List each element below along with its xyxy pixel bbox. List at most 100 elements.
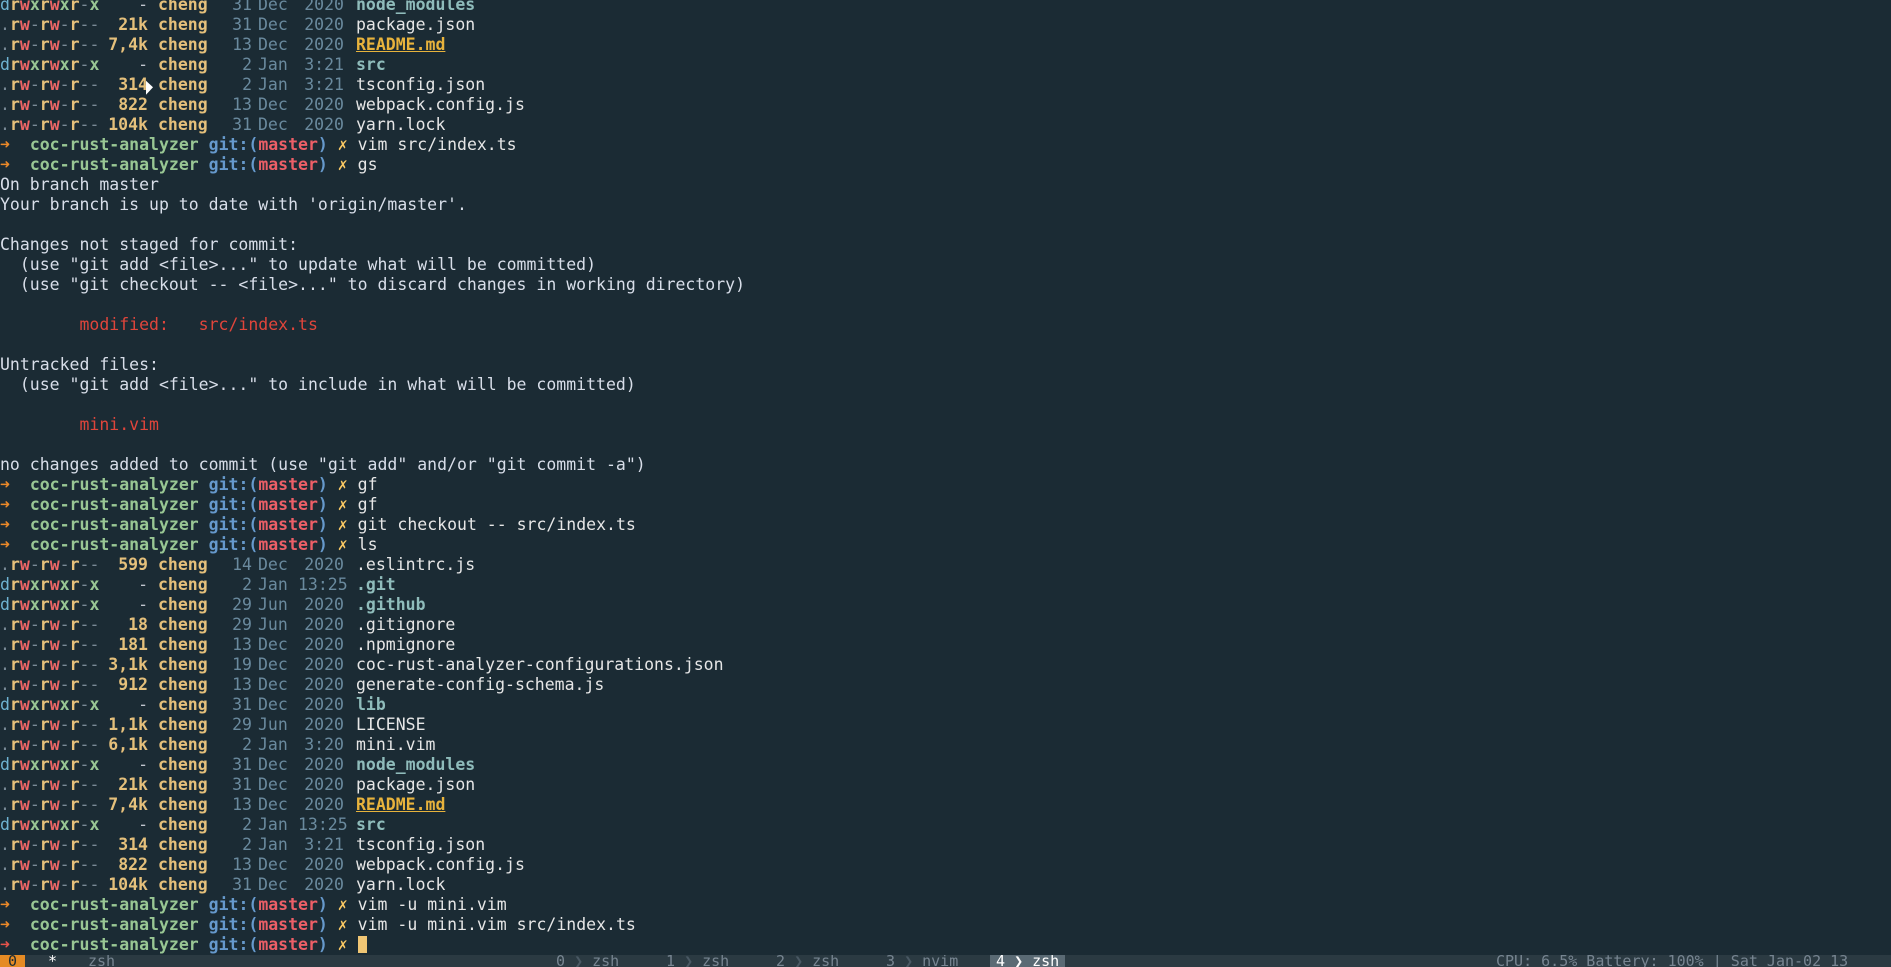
ls-row: drwxrwxr-x - cheng 2 Jan 3:21 src <box>0 55 1891 75</box>
output-line: Your branch is up to date with 'origin/m… <box>0 195 467 214</box>
tmux-window-tab-0[interactable]: 0 ❯ zsh <box>556 955 619 967</box>
ls-time: 13:25 <box>298 575 348 594</box>
ls-month: Jun <box>258 615 288 634</box>
ls-day: 2 <box>242 815 252 834</box>
ls-size: - <box>138 0 148 14</box>
prompt-line: ➜ coc-rust-analyzer git:(master) ✗ vim s… <box>0 135 1891 155</box>
text-cursor[interactable] <box>357 936 367 953</box>
prompt-arrow-icon: ➜ <box>0 915 10 934</box>
ls-time: 3:20 <box>304 735 344 754</box>
ls-day: 13 <box>232 95 252 114</box>
ls-name-cell: webpack.config.js <box>344 855 525 875</box>
tmux-window-tab-2[interactable]: 2 ❯ zsh <box>776 955 839 967</box>
ls-name-cell: node_modules <box>344 0 475 15</box>
ls-permissions: .rw-rw-r-- <box>0 675 100 694</box>
prompt-git-label: git:( <box>208 475 259 494</box>
ls-time: 2020 <box>304 755 344 774</box>
ls-size: - <box>138 575 148 594</box>
prompt-line: ➜ coc-rust-analyzer git:(master) ✗ <box>0 935 1891 955</box>
ls-day: 13 <box>232 795 252 814</box>
prompt-dirty-icon: ✗ <box>337 935 348 954</box>
ls-size: 104k <box>108 115 148 134</box>
ls-month: Jan <box>258 55 288 74</box>
prompt-dirty-icon: ✗ <box>337 135 348 154</box>
untracked-file-line: mini.vim <box>0 415 159 434</box>
ls-permissions: drwxrwxr-x <box>0 695 100 714</box>
ls-month: Dec <box>258 15 288 34</box>
ls-name-cell: node_modules <box>344 755 475 775</box>
ls-user: cheng <box>158 675 208 694</box>
ls-permissions: .rw-rw-r-- <box>0 735 100 754</box>
ls-filename: node_modules <box>356 755 476 774</box>
current-shell-label: zsh <box>88 955 116 967</box>
ls-permissions: .rw-rw-r-- <box>0 855 100 874</box>
system-status: CPU: 6.5% Battery: 100% | Sat Jan-02 13 <box>1496 955 1849 967</box>
output-line: Changes not staged for commit: <box>0 235 299 254</box>
ls-month: Dec <box>258 855 288 874</box>
ls-row: .rw-rw-r-- 822 cheng 13 Dec 2020 webpack.confi… <box>0 95 1891 115</box>
ls-permissions: .rw-rw-r-- <box>0 835 100 854</box>
prompt-git-close: ) <box>317 535 328 554</box>
prompt-git-label: git:( <box>208 935 259 954</box>
ls-size: 7,4k <box>108 35 148 54</box>
prompt-arrow-icon: ➜ <box>0 155 10 174</box>
tmux-window-tab-1[interactable]: 1 ❯ zsh <box>666 955 729 967</box>
ls-size: 104k <box>108 875 148 894</box>
ls-size: 1,1k <box>108 715 148 734</box>
ls-permissions: .rw-rw-r-- <box>0 615 100 634</box>
prompt-branch: master <box>258 535 318 554</box>
ls-month: Dec <box>258 695 288 714</box>
ls-name-cell: src <box>344 815 386 835</box>
tmux-window-tab-4[interactable]: 4 ❯ zsh <box>990 955 1066 967</box>
ls-filename: node_modules <box>356 0 476 14</box>
prompt-dirty-icon: ✗ <box>337 895 348 914</box>
ls-row: .rw-rw-r-- 314 cheng 2 Jan 3:21 tsconfig.json <box>0 835 1891 855</box>
ls-day: 2 <box>242 55 252 74</box>
ls-day: 29 <box>232 595 252 614</box>
ls-row: .rw-rw-r-- 6,1k cheng 2 Jan 3:20 mini.vim <box>0 735 1891 755</box>
prompt-arrow-icon: ➜ <box>0 535 10 554</box>
prompt-line: ➜ coc-rust-analyzer git:(master) ✗ vim -… <box>0 895 1891 915</box>
chevron-right-icon: ❯ <box>904 955 914 967</box>
window-name: zsh <box>592 955 620 967</box>
terminal-output[interactable]: drwxrwxr-x - cheng 31 Dec 2020 node_modules .rw… <box>0 0 1891 955</box>
prompt-line: ➜ coc-rust-analyzer git:(master) ✗ ls <box>0 535 1891 555</box>
ls-day: 2 <box>242 835 252 854</box>
ls-row: .rw-rw-r-- 7,4k cheng 13 Dec 2020 README.md <box>0 35 1891 55</box>
ls-filename: .gitignore <box>356 615 456 634</box>
ls-filename: .eslintrc.js <box>356 555 476 574</box>
ls-time: 2020 <box>304 635 344 654</box>
prompt-branch: master <box>258 935 318 954</box>
ls-user: cheng <box>158 735 208 754</box>
command-text: ls <box>357 535 378 554</box>
prompt-dirty-icon: ✗ <box>337 475 348 494</box>
prompt-git-close: ) <box>317 935 328 954</box>
output-line: (use "git checkout -- <file>..." to disc… <box>0 275 746 294</box>
ls-filename: .git <box>356 575 396 594</box>
ls-name-cell: .eslintrc.js <box>344 555 475 575</box>
ls-month: Jan <box>258 575 288 594</box>
ls-user: cheng <box>158 115 208 134</box>
tmux-window-tab-3[interactable]: 3 ❯ nvim <box>886 955 958 967</box>
ls-size: - <box>138 755 148 774</box>
ls-time: 2020 <box>304 555 344 574</box>
session-indicator[interactable]: 0 <box>0 955 26 967</box>
ls-name-cell: package.json <box>344 775 475 795</box>
ls-day: 31 <box>232 115 252 134</box>
ls-time: 2020 <box>304 715 344 734</box>
window-name: zsh <box>812 955 840 967</box>
output-line: (use "git add <file>..." to update what … <box>0 255 597 274</box>
ls-permissions: .rw-rw-r-- <box>0 715 100 734</box>
ls-row: .rw-rw-r-- 3,1k cheng 19 Dec 2020 coc-rust-ana… <box>0 655 1891 675</box>
ls-time: 2020 <box>304 695 344 714</box>
prompt-git-label: git:( <box>208 915 259 934</box>
prompt-git-close: ) <box>317 515 328 534</box>
ls-name-cell: tsconfig.json <box>344 835 485 855</box>
ls-name-cell: .git <box>344 575 396 595</box>
prompt-branch: master <box>258 135 318 154</box>
command-text: vim -u mini.vim src/index.ts <box>357 915 636 934</box>
prompt-branch: master <box>258 155 318 174</box>
output-line: no changes added to commit (use "git add… <box>0 455 646 474</box>
